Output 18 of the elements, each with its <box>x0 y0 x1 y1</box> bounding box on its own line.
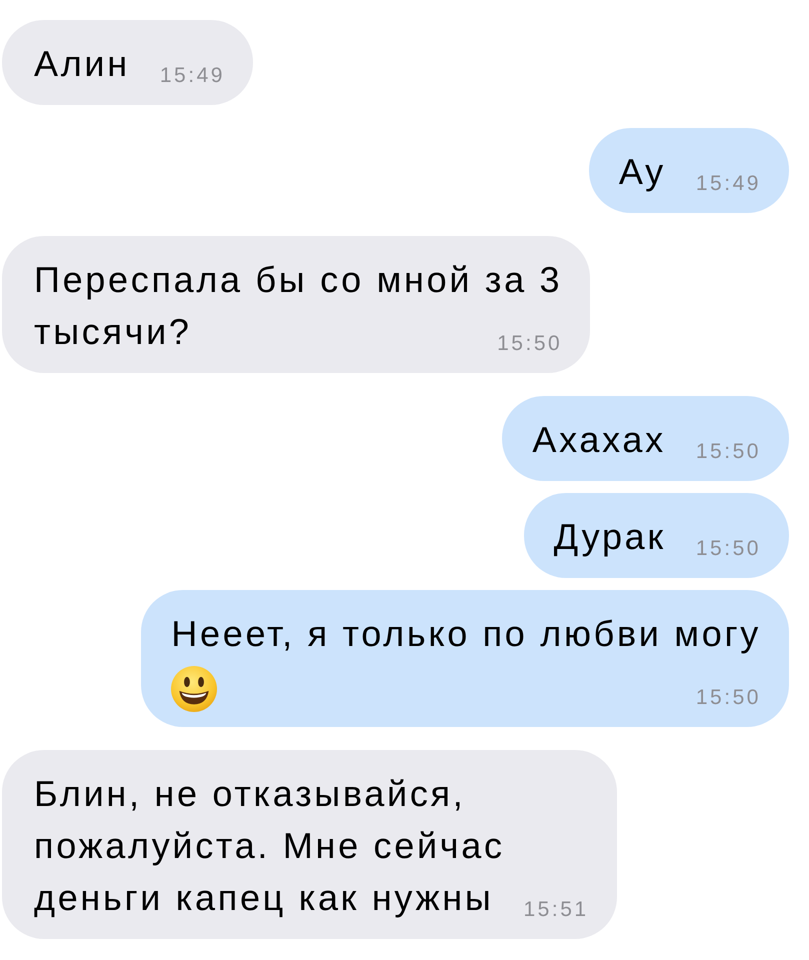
message-time: 15:50 <box>694 538 761 559</box>
message-text: Нееет, я только по любви могу <box>171 612 761 656</box>
message-text: Алин <box>34 42 130 86</box>
message-time: 15:51 <box>522 899 589 920</box>
message-time: 15:49 <box>158 65 225 86</box>
smiling-face-emoji-icon <box>171 666 218 712</box>
message-text: деньги капец как нужны <box>34 876 494 920</box>
message-time: 15:50 <box>694 687 761 708</box>
message-text: Дурак <box>554 515 666 559</box>
message-time: 15:50 <box>496 333 562 354</box>
message-time: 15:50 <box>694 441 761 462</box>
message-text: Ахахах <box>532 418 666 462</box>
message-time: 15:49 <box>694 173 761 194</box>
message-text: Ау <box>618 150 666 194</box>
message-text: пожалуйста. Мне сейчас <box>34 824 505 868</box>
message-text: тысячи? <box>34 310 192 354</box>
message-text: Блин, не отказывайся, <box>34 772 466 816</box>
message-text: Переспала бы со мной за 3 <box>34 258 562 302</box>
